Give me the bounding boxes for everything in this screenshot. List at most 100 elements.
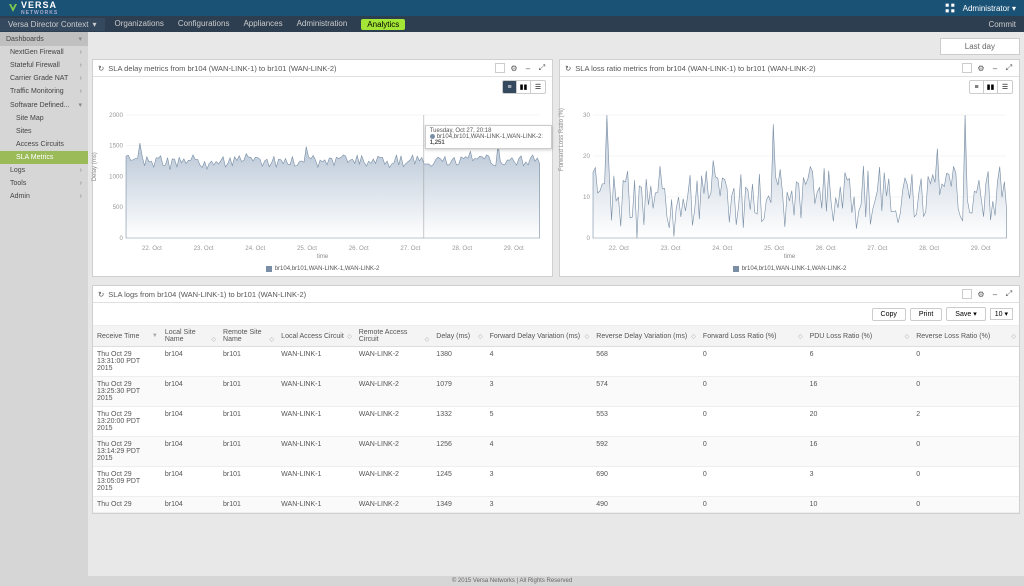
table-row[interactable]: Thu Oct 29 13:20:00 PDT 2015br104br101WA…: [93, 407, 1019, 437]
topbar: VERSA NETWORKS Administrator ▾: [0, 0, 1024, 16]
table-row[interactable]: Thu Oct 29 13:14:29 PDT 2015br104br101WA…: [93, 437, 1019, 467]
y-axis-label: Forward Loss Ratio (%): [559, 108, 565, 171]
sidebar-item-admin[interactable]: Admin›: [0, 190, 88, 203]
view-bar-icon[interactable]: ▮▮: [984, 81, 998, 93]
col-header[interactable]: Reverse Delay Variation (ms)◇: [592, 326, 699, 347]
nav-administration[interactable]: Administration: [297, 19, 348, 30]
brand-logo: VERSA NETWORKS: [8, 0, 58, 16]
chevron-down-icon: ▾: [78, 101, 82, 109]
sidebar-item-site-map[interactable]: Site Map: [0, 112, 88, 125]
chevron-right-icon: ›: [80, 167, 82, 174]
time-range-select[interactable]: Last day: [940, 38, 1020, 55]
panel-title: SLA delay metrics from br104 (WAN-LINK-1…: [108, 64, 336, 73]
col-header[interactable]: Forward Loss Ratio (%)◇: [699, 326, 806, 347]
brand-name: VERSA: [21, 0, 57, 10]
nav-appliances[interactable]: Appliances: [243, 19, 282, 30]
checkbox[interactable]: [962, 289, 972, 299]
col-header[interactable]: Local Access Circuit◇: [277, 326, 355, 347]
refresh-icon[interactable]: ↻: [565, 64, 571, 73]
checkbox[interactable]: [962, 63, 972, 73]
svg-text:1000: 1000: [109, 174, 123, 181]
sidebar: Dashboards▾ NextGen Firewall› Stateful F…: [0, 32, 88, 576]
view-list-icon[interactable]: ☰: [531, 81, 545, 93]
svg-text:500: 500: [113, 204, 124, 211]
svg-text:22. Oct: 22. Oct: [609, 245, 629, 252]
table-row[interactable]: Thu Oct 29 13:05:09 PDT 2015br104br101WA…: [93, 467, 1019, 497]
gear-icon[interactable]: ⚙: [976, 289, 986, 299]
chevron-right-icon: ›: [80, 49, 82, 56]
copy-button[interactable]: Copy: [872, 308, 906, 321]
checkbox[interactable]: [495, 63, 505, 73]
sidebar-item-tools[interactable]: Tools›: [0, 177, 88, 190]
svg-text:29. Oct: 29. Oct: [971, 245, 991, 252]
svg-text:25. Oct: 25. Oct: [764, 245, 784, 252]
sidebar-item-stateful-firewall[interactable]: Stateful Firewall›: [0, 59, 88, 72]
expand-icon[interactable]: ⤢: [537, 63, 547, 73]
nav-configurations[interactable]: Configurations: [178, 19, 230, 30]
table-row[interactable]: Thu Oct 29 13:31:00 PDT 2015br104br101WA…: [93, 347, 1019, 377]
minimize-icon[interactable]: –: [990, 289, 1000, 299]
view-area-icon[interactable]: ≡: [503, 81, 517, 93]
footer: © 2015 Versa Networks | All Rights Reser…: [0, 576, 1024, 586]
print-button[interactable]: Print: [910, 308, 942, 321]
sidebar-item-traffic-monitoring[interactable]: Traffic Monitoring›: [0, 85, 88, 98]
svg-text:24. Oct: 24. Oct: [245, 245, 265, 252]
loss-chart[interactable]: 0102030 22. Oct23. Oct24. Oct25. Oct26. …: [562, 103, 1017, 253]
col-header[interactable]: Forward Delay Variation (ms)◇: [486, 326, 593, 347]
view-mode-toggle: ≡ ▮▮ ☰: [969, 80, 1013, 94]
apps-icon[interactable]: [945, 3, 955, 13]
nav-analytics[interactable]: Analytics: [361, 19, 405, 30]
expand-icon[interactable]: ⤢: [1004, 289, 1014, 299]
gear-icon[interactable]: ⚙: [509, 63, 519, 73]
view-area-icon[interactable]: ≡: [970, 81, 984, 93]
y-axis-label: Delay (ms): [92, 152, 98, 181]
minimize-icon[interactable]: –: [990, 63, 1000, 73]
refresh-icon[interactable]: ↻: [98, 64, 104, 73]
panel-sla-logs: ↻ SLA logs from br104 (WAN-LINK-1) to br…: [92, 285, 1020, 514]
sidebar-item-access-circuits[interactable]: Access Circuits: [0, 138, 88, 151]
sidebar-item-cgnat[interactable]: Carrier Grade NAT›: [0, 72, 88, 85]
col-header[interactable]: Remote Access Circuit◇: [355, 326, 433, 347]
svg-text:1500: 1500: [109, 143, 123, 150]
svg-text:27. Oct: 27. Oct: [867, 245, 887, 252]
sidebar-item-nextgen-firewall[interactable]: NextGen Firewall›: [0, 46, 88, 59]
col-header[interactable]: Local Site Name◇: [161, 326, 219, 347]
col-header[interactable]: PDU Loss Ratio (%)◇: [806, 326, 913, 347]
col-header[interactable]: Reverse Loss Ratio (%)◇: [912, 326, 1019, 347]
view-list-icon[interactable]: ☰: [998, 81, 1012, 93]
chevron-right-icon: ›: [80, 88, 82, 95]
navbar: Versa Director Context▾ Organizations Co…: [0, 16, 1024, 32]
minimize-icon[interactable]: –: [523, 63, 533, 73]
chevron-right-icon: ›: [80, 75, 82, 82]
expand-icon[interactable]: ⤢: [1004, 63, 1014, 73]
panel-sla-delay: ↻ SLA delay metrics from br104 (WAN-LINK…: [92, 59, 553, 277]
view-bar-icon[interactable]: ▮▮: [517, 81, 531, 93]
chevron-down-icon: ▾: [1012, 4, 1016, 13]
svg-text:23. Oct: 23. Oct: [661, 245, 681, 252]
table-row[interactable]: Thu Oct 29 13:25:30 PDT 2015br104br101WA…: [93, 377, 1019, 407]
table-row[interactable]: Thu Oct 29br104br101WAN-LINK-1WAN-LINK-2…: [93, 497, 1019, 513]
chart-tooltip: Tuesday, Oct 27, 20:18 br104,br101,WAN-L…: [425, 125, 552, 149]
col-header[interactable]: Remote Site Name◇: [219, 326, 277, 347]
pagesize-select[interactable]: 10 ▾: [990, 308, 1013, 320]
chevron-down-icon: ▾: [78, 35, 82, 43]
sidebar-item-sdn[interactable]: Software Defined...▾: [0, 98, 88, 112]
sidebar-item-sites[interactable]: Sites: [0, 125, 88, 138]
col-header[interactable]: Delay (ms)◇: [432, 326, 485, 347]
nav-organizations[interactable]: Organizations: [115, 19, 164, 30]
gear-icon[interactable]: ⚙: [976, 63, 986, 73]
save-button[interactable]: Save ▾: [946, 307, 985, 321]
context-select[interactable]: Versa Director Context▾: [0, 18, 105, 31]
sidebar-item-logs[interactable]: Logs›: [0, 164, 88, 177]
commit-button[interactable]: Commit: [988, 20, 1024, 29]
col-header[interactable]: Receive Time▼: [93, 326, 161, 347]
refresh-icon[interactable]: ↻: [98, 290, 104, 299]
chevron-down-icon: ▾: [92, 20, 96, 29]
svg-text:25. Oct: 25. Oct: [297, 245, 317, 252]
svg-text:22. Oct: 22. Oct: [142, 245, 162, 252]
panel-title: SLA logs from br104 (WAN-LINK-1) to br10…: [108, 290, 306, 299]
sidebar-item-sla-metrics[interactable]: SLA Metrics: [0, 151, 88, 164]
user-menu[interactable]: Administrator ▾: [963, 4, 1016, 13]
chart-legend: br104,br101,WAN-LINK-1,WAN-LINK-2: [95, 266, 550, 272]
sidebar-header-dashboards[interactable]: Dashboards▾: [0, 32, 88, 46]
